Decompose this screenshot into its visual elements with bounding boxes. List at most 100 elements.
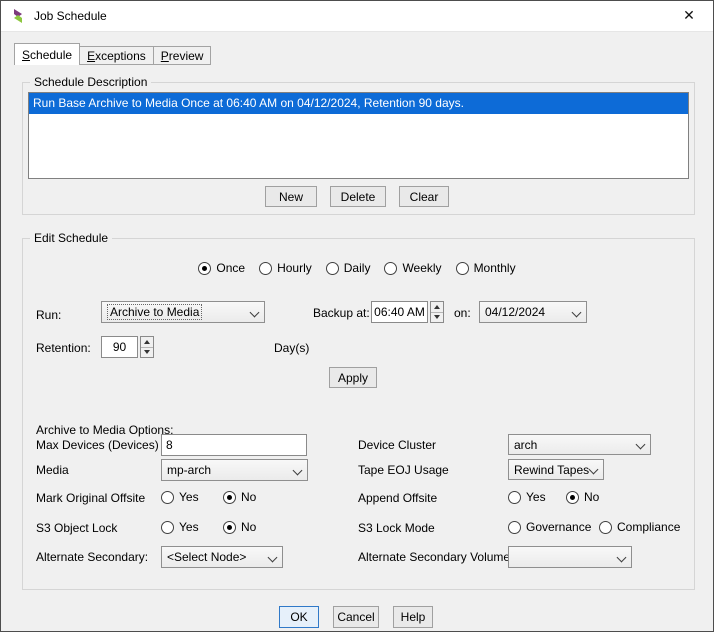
radio-governance-icon bbox=[508, 521, 521, 534]
radio-yes-icon bbox=[508, 491, 521, 504]
radio-yes-icon bbox=[161, 521, 174, 534]
media-label: Media bbox=[36, 463, 69, 477]
window-title: Job Schedule bbox=[34, 9, 107, 23]
radio-option-once[interactable]: Once bbox=[198, 260, 245, 276]
run-label: Run: bbox=[36, 308, 61, 322]
chevron-down-icon bbox=[268, 553, 278, 563]
tape-eoj-usage-value: Rewind Tapes bbox=[514, 463, 589, 477]
run-combobox-value: Archive to Media bbox=[107, 304, 202, 320]
radio-weekly-icon bbox=[384, 262, 397, 275]
radio-compliance-icon bbox=[599, 521, 612, 534]
cancel-button[interactable]: Cancel bbox=[333, 606, 379, 628]
mark-original-offsite-label: Mark Original Offsite bbox=[36, 491, 145, 505]
s3-object-lock-yes[interactable]: Yes bbox=[161, 520, 199, 534]
retention-spin-buttons bbox=[140, 336, 154, 358]
max-devices-label: Max Devices (Devices) bbox=[36, 438, 159, 452]
s3-object-lock-no[interactable]: No bbox=[223, 520, 256, 534]
description-button-row: New Delete Clear bbox=[1, 186, 713, 207]
help-button[interactable]: Help bbox=[393, 606, 433, 628]
tab-exceptions[interactable]: Exceptions bbox=[79, 46, 154, 65]
chevron-down-icon bbox=[617, 553, 627, 563]
device-cluster-label: Device Cluster bbox=[358, 438, 436, 452]
archive-options-heading: Archive to Media Options: bbox=[36, 423, 173, 437]
apply-button[interactable]: Apply bbox=[329, 367, 377, 388]
new-button[interactable]: New bbox=[265, 186, 317, 207]
retention-input[interactable]: 90 bbox=[101, 336, 138, 358]
backup-time-input[interactable]: 06:40 AM bbox=[371, 301, 428, 323]
spin-down-button[interactable] bbox=[431, 313, 443, 323]
delete-button[interactable]: Delete bbox=[330, 186, 386, 207]
alternate-secondary-label: Alternate Secondary: bbox=[36, 550, 148, 564]
chevron-down-icon bbox=[572, 308, 582, 318]
radio-no-icon bbox=[566, 491, 579, 504]
close-icon: ✕ bbox=[683, 7, 695, 24]
radio-daily-icon bbox=[326, 262, 339, 275]
schedule-description-list[interactable]: Run Base Archive to Media Once at 06:40 … bbox=[28, 92, 689, 179]
media-combobox[interactable]: mp-arch bbox=[161, 459, 308, 481]
s3-lock-mode-governance[interactable]: Governance bbox=[508, 520, 591, 534]
backup-time-spinner: 06:40 AM bbox=[371, 301, 444, 323]
run-combobox[interactable]: Archive to Media bbox=[101, 301, 265, 323]
device-cluster-value: arch bbox=[514, 438, 537, 452]
on-date-combobox[interactable]: 04/12/2024 bbox=[479, 301, 587, 323]
alternate-secondary-value: <Select Node> bbox=[167, 550, 246, 564]
tab-schedule[interactable]: Schedule bbox=[14, 43, 80, 65]
mark-original-offsite-yes[interactable]: Yes bbox=[161, 490, 199, 504]
radio-yes-icon bbox=[161, 491, 174, 504]
tab-exceptions-label: E bbox=[87, 49, 95, 63]
spin-up-button[interactable] bbox=[141, 337, 153, 348]
tab-schedule-label: S bbox=[22, 48, 30, 62]
spin-down-button[interactable] bbox=[141, 348, 153, 358]
s3-lock-mode-compliance[interactable]: Compliance bbox=[599, 520, 680, 534]
alternate-secondary-combobox[interactable]: <Select Node> bbox=[161, 546, 283, 568]
radio-option-monthly[interactable]: Monthly bbox=[456, 260, 516, 276]
s3-lock-mode-label: S3 Lock Mode bbox=[358, 521, 435, 535]
backup-at-label: Backup at: bbox=[313, 306, 370, 320]
retention-spinner: 90 bbox=[101, 336, 154, 358]
radio-no-icon bbox=[223, 521, 236, 534]
schedule-list-item[interactable]: Run Base Archive to Media Once at 06:40 … bbox=[29, 93, 688, 114]
radio-option-hourly[interactable]: Hourly bbox=[259, 260, 312, 276]
ok-button[interactable]: OK bbox=[279, 606, 319, 628]
media-value: mp-arch bbox=[167, 463, 211, 477]
mark-original-offsite-no[interactable]: No bbox=[223, 490, 256, 504]
backup-time-spin-buttons bbox=[430, 301, 444, 323]
on-label: on: bbox=[454, 306, 471, 320]
append-offsite-label: Append Offsite bbox=[358, 491, 437, 505]
clear-button[interactable]: Clear bbox=[399, 186, 449, 207]
append-offsite-yes[interactable]: Yes bbox=[508, 490, 546, 504]
device-cluster-combobox[interactable]: arch bbox=[508, 434, 651, 455]
tab-preview-label: P bbox=[161, 49, 169, 63]
append-offsite-no[interactable]: No bbox=[566, 490, 599, 504]
schedule-description-legend: Schedule Description bbox=[30, 75, 151, 89]
job-schedule-dialog: Job Schedule ✕ Schedule Exceptions Previ… bbox=[0, 0, 714, 632]
frequency-radio-group: Once Hourly Daily Weekly Monthly bbox=[1, 260, 713, 276]
close-button[interactable]: ✕ bbox=[671, 1, 707, 30]
on-date-value: 04/12/2024 bbox=[485, 305, 545, 319]
alternate-secondary-volume-combobox[interactable] bbox=[508, 546, 632, 568]
tape-eoj-usage-label: Tape EOJ Usage bbox=[358, 463, 449, 477]
alternate-secondary-volume-label: Alternate Secondary Volume: bbox=[358, 550, 513, 564]
tab-strip: Schedule Exceptions Preview bbox=[14, 43, 210, 65]
radio-once-icon bbox=[198, 262, 211, 275]
max-devices-input[interactable] bbox=[161, 434, 307, 456]
retention-unit-label: Day(s) bbox=[274, 341, 309, 355]
radio-no-icon bbox=[223, 491, 236, 504]
tab-preview[interactable]: Preview bbox=[153, 46, 212, 65]
radio-option-daily[interactable]: Daily bbox=[326, 260, 371, 276]
s3-object-lock-label: S3 Object Lock bbox=[36, 521, 117, 535]
retention-label: Retention: bbox=[36, 341, 91, 355]
tape-eoj-usage-combobox[interactable]: Rewind Tapes bbox=[508, 459, 604, 480]
title-bar: Job Schedule ✕ bbox=[1, 1, 713, 32]
chevron-down-icon bbox=[293, 466, 303, 476]
chevron-down-icon bbox=[250, 308, 260, 318]
commvault-logo-icon bbox=[10, 8, 26, 24]
radio-hourly-icon bbox=[259, 262, 272, 275]
radio-option-weekly[interactable]: Weekly bbox=[384, 260, 441, 276]
radio-monthly-icon bbox=[456, 262, 469, 275]
edit-schedule-group bbox=[22, 238, 695, 590]
chevron-down-icon bbox=[636, 440, 646, 450]
spin-up-button[interactable] bbox=[431, 302, 443, 313]
chevron-down-icon bbox=[589, 465, 599, 475]
edit-schedule-legend: Edit Schedule bbox=[30, 231, 112, 245]
